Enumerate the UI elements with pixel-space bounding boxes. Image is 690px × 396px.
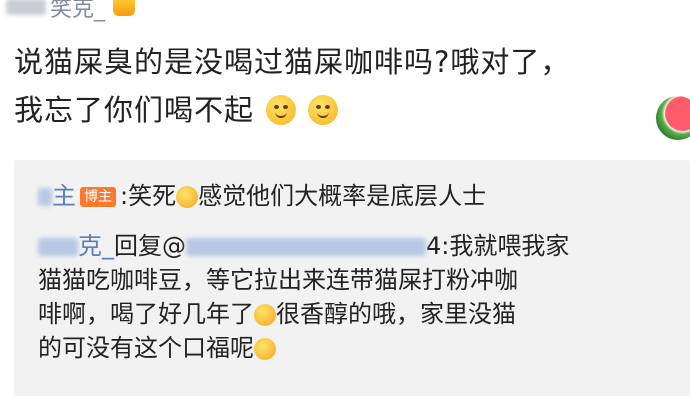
crown-icon	[113, 0, 136, 16]
laugh-emoji-icon	[176, 186, 199, 208]
blurred-name	[38, 188, 52, 206]
reply-tail: 4:我就喂我家	[426, 232, 570, 260]
comment-1-text: :笑死	[120, 182, 177, 210]
hehe-emoji-icon	[254, 304, 276, 326]
blurred-mention[interactable]	[186, 238, 426, 256]
comment-2-line2: 猫猫吃咖啡豆，等它拉出来连带猫屎打粉冲咖	[38, 266, 518, 294]
comment-1-text2: 感觉他们大概率是底层人士	[198, 182, 487, 210]
post-body: 说猫屎臭的是没喝过猫屎咖啡吗?哦对了， 我忘了你们喝不起	[14, 38, 684, 134]
post-text-line2: 我忘了你们喝不起	[14, 93, 255, 127]
blurred-name	[6, 0, 46, 15]
comment-1-author[interactable]: 主	[52, 182, 76, 210]
reply-label: 回复@	[114, 232, 186, 260]
post-header: 笑克_	[0, 0, 690, 24]
post-author-name: 笑克_	[50, 0, 106, 22]
comment-box: 主博主:笑死 感觉他们大概率是底层人士 克_回复@ 4:我就喂我家 猫猫吃咖啡豆，等…	[14, 160, 690, 396]
comment-2-line3: 啡啊，喝了好几年了 很香醇的哦，家里没猫	[38, 296, 516, 332]
comment-2-line3a: 啡啊，喝了好几年了	[38, 300, 254, 328]
comment-2-line4: 的可没有这个口福呢	[38, 330, 276, 366]
comment-2-line3b: 很香醇的哦，家里没猫	[276, 300, 516, 328]
comment-2-author[interactable]: 克_	[78, 232, 114, 260]
post-text-line1: 说猫屎臭的是没喝过猫屎咖啡吗?哦对了，	[14, 45, 571, 79]
post-author[interactable]: 笑克_	[6, 0, 136, 22]
hehe-emoji-icon	[254, 338, 276, 360]
blurred-name	[38, 238, 78, 256]
comment-2-line1: 克_回复@ 4:我就喂我家	[38, 228, 569, 264]
wink-emoji-icon	[266, 95, 297, 125]
comment-2-line4-text: 的可没有这个口福呢	[38, 334, 254, 362]
post-text-line2-wrap: 我忘了你们喝不起	[14, 86, 684, 134]
cover-mouth-emoji-icon	[308, 95, 339, 125]
blogger-badge: 博主	[80, 187, 116, 207]
comment-1: 主博主:笑死 感觉他们大概率是底层人士	[38, 178, 486, 214]
